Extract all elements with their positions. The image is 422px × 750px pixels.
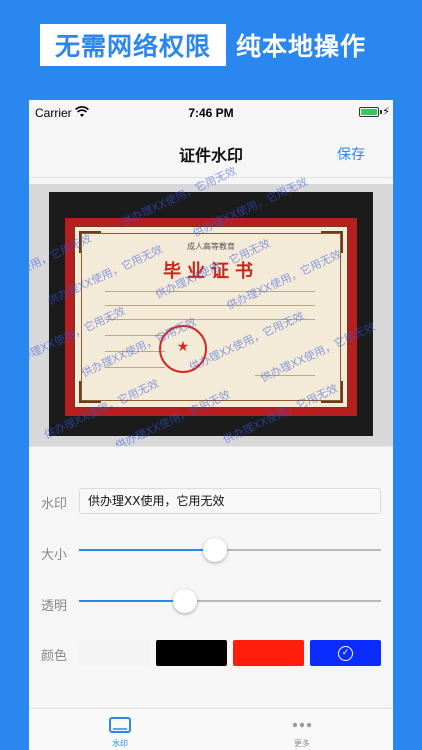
battery-icon	[359, 107, 379, 117]
certificate-title: 毕业证书	[163, 261, 259, 282]
text-line	[105, 319, 315, 320]
tab-label: 水印	[112, 739, 128, 748]
slider-thumb[interactable]	[172, 589, 197, 613]
status-bar: Carrier 7:46 PM ⚡	[29, 100, 393, 126]
rectangle-icon	[109, 717, 131, 733]
tab-bar: 水印 更多	[29, 708, 393, 750]
certificate-school: 成人高等教育	[187, 242, 235, 251]
color-swatch-blue[interactable]: ✓	[310, 640, 381, 666]
text-line	[105, 335, 165, 336]
watermark-text-input[interactable]: 供办理XX使用，它用无效	[79, 488, 381, 514]
nav-bar: 证件水印 保存	[29, 126, 393, 178]
seal-stamp: ★	[159, 325, 207, 373]
opacity-slider[interactable]	[79, 589, 381, 613]
clock: 7:46 PM	[188, 106, 234, 120]
size-slider[interactable]	[79, 538, 381, 562]
text-line	[105, 305, 315, 306]
opacity-label: 透明	[41, 599, 68, 614]
slider-thumb[interactable]	[202, 538, 227, 562]
text-line	[105, 291, 315, 292]
color-swatch-white[interactable]	[79, 640, 150, 666]
certificate-paper: 成人高等教育 毕业证书 ★	[74, 226, 348, 408]
checkmark-icon: ✓	[338, 646, 353, 661]
text-line	[105, 367, 165, 368]
tab-label: 更多	[294, 739, 310, 748]
color-label: 颜色	[41, 649, 68, 664]
certificate-border: 成人高等教育 毕业证书 ★	[65, 218, 357, 416]
certificate-photo: 成人高等教育 毕业证书 ★ 供办理XX使用，它用无效 供办理XX使用，它用无效	[29, 164, 377, 514]
corner-ornament	[321, 381, 343, 403]
size-label: 大小	[41, 548, 68, 563]
tab-more[interactable]: 更多	[211, 709, 393, 750]
seal-star-icon: ★	[176, 339, 190, 355]
phone-screen: Carrier 7:46 PM ⚡ 证件水印 保存 成人高等教育 毕业证书 ★ …	[29, 100, 393, 750]
tab-watermark[interactable]: 水印	[29, 709, 211, 750]
banner-highlight: 无需网络权限	[40, 24, 226, 66]
promo-banner: 无需网络权限 纯本地操作	[0, 0, 422, 92]
watermark-controls: 水印 供办理XX使用，它用无效 大小 透明 颜色 ✓	[29, 446, 393, 708]
text-line	[105, 351, 165, 352]
charging-icon: ⚡	[382, 105, 390, 118]
color-swatch-red[interactable]	[233, 640, 304, 666]
banner-text: 纯本地操作	[236, 32, 367, 61]
slider-fill	[79, 600, 185, 602]
text-line	[255, 375, 315, 376]
ellipsis-icon	[292, 722, 312, 728]
slider-fill	[79, 549, 215, 551]
save-button[interactable]: 保存	[337, 144, 365, 164]
preview-area: 成人高等教育 毕业证书 ★ 供办理XX使用，它用无效 供办理XX使用，它用无效	[29, 164, 393, 514]
watermark-label: 水印	[41, 497, 68, 512]
color-swatch-black[interactable]	[156, 640, 227, 666]
corner-ornament	[79, 381, 101, 403]
